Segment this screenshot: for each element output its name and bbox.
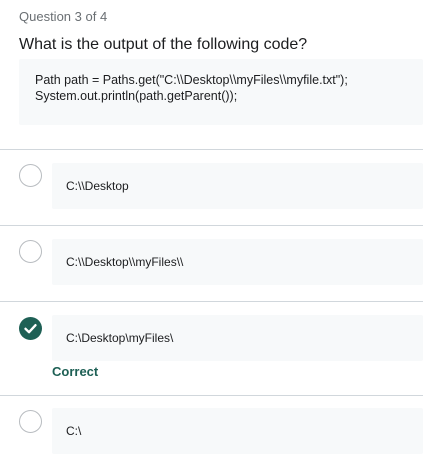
answer-radio-1[interactable]	[19, 164, 42, 187]
answer-feedback: Correct	[52, 364, 99, 379]
answer-radio-2[interactable]	[19, 240, 42, 263]
question-text: What is the output of the following code…	[19, 36, 308, 53]
divider	[0, 225, 423, 226]
answer-radio-3-selected[interactable]	[19, 317, 42, 340]
divider	[0, 301, 423, 302]
answer-radio-4[interactable]	[19, 410, 42, 433]
code-line: System.out.println(path.getParent());	[35, 89, 238, 103]
question-progress: Question 3 of 4	[19, 9, 108, 24]
divider	[0, 395, 423, 396]
answer-label: C:\Desktop\myFiles\	[66, 331, 174, 345]
code-line: Path path = Paths.get("C:\\Desktop\\myFi…	[35, 73, 348, 87]
answer-label: C:\\Desktop\\myFiles\\	[66, 255, 184, 269]
answer-option-1[interactable]: C:\\Desktop	[52, 163, 423, 209]
divider	[0, 149, 423, 150]
answer-option-2[interactable]: C:\\Desktop\\myFiles\\	[52, 239, 423, 285]
answer-option-4[interactable]: C:\	[52, 408, 423, 454]
answer-label: C:\\Desktop	[66, 179, 129, 193]
code-block: Path path = Paths.get("C:\\Desktop\\myFi…	[19, 59, 423, 125]
answer-option-3[interactable]: C:\Desktop\myFiles\	[52, 315, 423, 361]
answer-label: C:\	[66, 424, 82, 438]
check-icon	[24, 324, 37, 334]
